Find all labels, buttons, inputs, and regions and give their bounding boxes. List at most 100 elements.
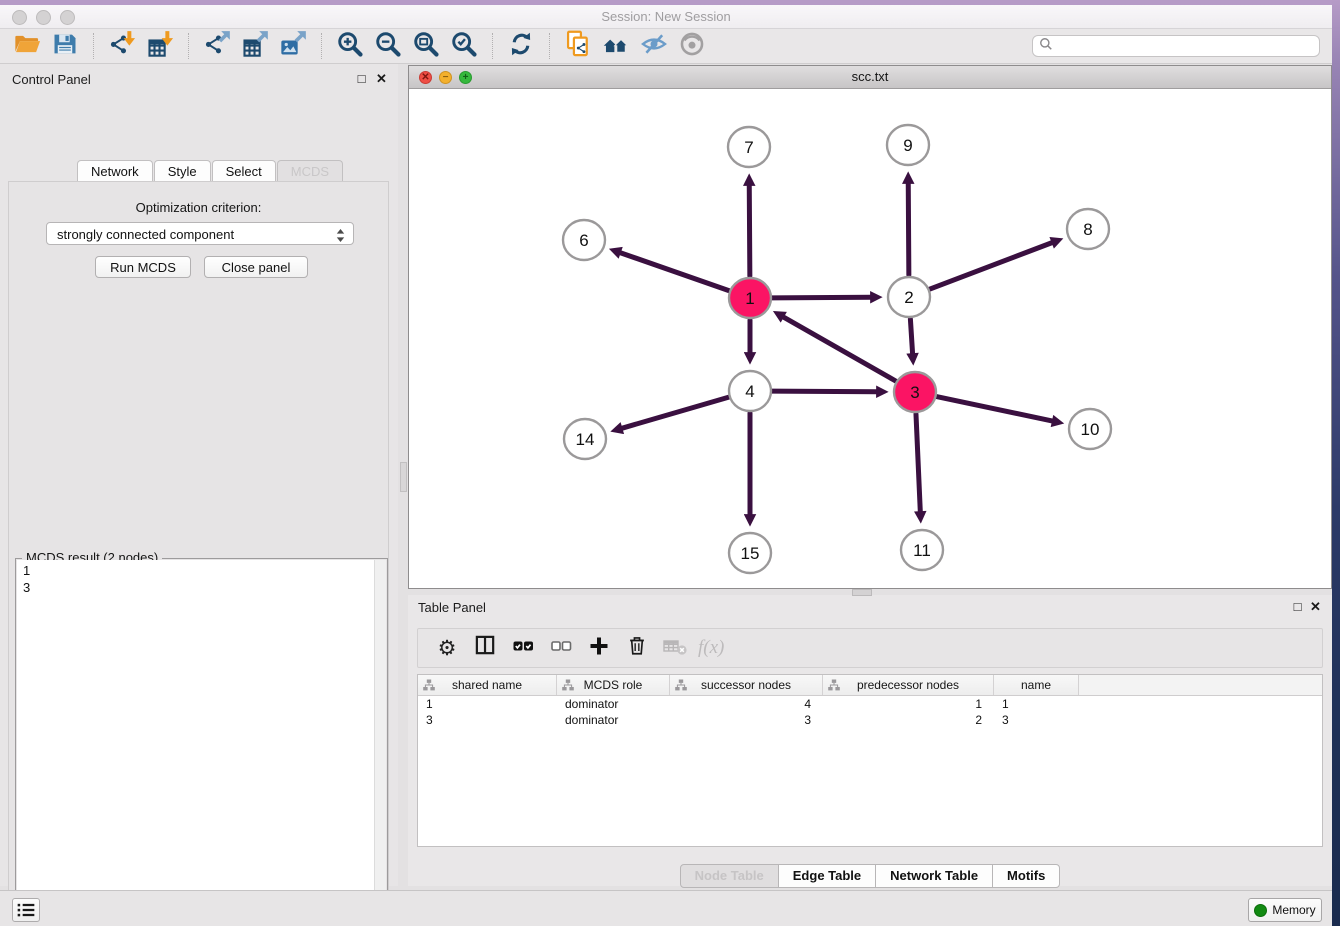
import-network-button[interactable] — [106, 31, 138, 61]
tab-mcds[interactable]: MCDS — [277, 160, 343, 182]
close-panel-icon[interactable]: ✕ — [375, 72, 388, 85]
graph-node-6[interactable]: 6 — [563, 220, 605, 260]
deselect-all-button[interactable] — [544, 633, 578, 663]
graph-node-7[interactable]: 7 — [728, 127, 770, 167]
edge-3-10[interactable] — [937, 397, 1054, 422]
svg-text:8: 8 — [1083, 220, 1092, 239]
gear-icon: ⚙ — [438, 636, 457, 661]
show-panel-icon — [678, 30, 706, 63]
columns-button[interactable] — [468, 633, 502, 663]
table-panel: Table Panel □ ✕ ⚙f(x) shared nameMCDS ro… — [408, 595, 1332, 886]
node-table[interactable]: shared name MCDS rolesuccessor nodesprede… — [417, 674, 1323, 847]
criterion-dropdown[interactable]: strongly connected component — [46, 222, 354, 245]
column-header-MCDS-role[interactable]: MCDS role — [557, 675, 670, 695]
network-file-share-button[interactable] — [562, 31, 594, 61]
split-handle[interactable] — [400, 462, 407, 492]
desktop-edge-right — [1332, 0, 1340, 926]
function-builder-button: f(x) — [696, 633, 730, 663]
tab-motifs[interactable]: Motifs — [992, 864, 1060, 888]
graph-node-10[interactable]: 10 — [1069, 409, 1111, 449]
zoom-in-button[interactable] — [334, 31, 366, 61]
control-panel-title: Control Panel — [12, 72, 91, 87]
select-all-button[interactable] — [506, 633, 540, 663]
tab-network[interactable]: Network — [77, 160, 153, 182]
graph-node-14[interactable]: 14 — [564, 419, 606, 459]
zoom-in-icon — [336, 30, 364, 63]
graph-node-1[interactable]: 1 — [729, 278, 771, 318]
save-session-button[interactable] — [49, 31, 81, 61]
edge-2-3[interactable] — [910, 319, 912, 355]
export-image-button[interactable] — [277, 31, 309, 61]
columns-icon — [474, 634, 497, 662]
edge-3-1[interactable] — [782, 316, 896, 381]
column-header-successor-nodes[interactable]: successor nodes — [670, 675, 823, 695]
column-header-name[interactable]: name — [994, 675, 1079, 695]
edge-1-2[interactable] — [772, 297, 872, 298]
edge-3-11[interactable] — [916, 414, 920, 513]
close-table-panel-icon[interactable]: ✕ — [1309, 600, 1322, 613]
network-window-titlebar[interactable]: ✕ − + scc.txt — [409, 66, 1331, 89]
task-history-button[interactable] — [12, 898, 40, 922]
tab-network-table[interactable]: Network Table — [875, 864, 993, 888]
graph-node-11[interactable]: 11 — [901, 530, 943, 570]
table-row[interactable]: 1dominator411 — [418, 696, 1322, 712]
hide-panel-icon — [640, 30, 668, 63]
graph-node-15[interactable]: 15 — [729, 533, 771, 573]
add-button[interactable] — [582, 633, 616, 663]
table-cell: 4 — [670, 696, 823, 712]
column-label: shared name — [452, 678, 522, 692]
delete-button[interactable] — [620, 633, 654, 663]
window-titlebar: Session: New Session — [0, 5, 1332, 29]
main-toolbar — [0, 29, 1332, 64]
network-view-window: ✕ − + scc.txt 7 9 6 8 1 2 4 3 14 10 15 11 — [408, 65, 1332, 589]
add-icon — [587, 634, 611, 663]
export-table-button[interactable] — [239, 31, 271, 61]
tab-select[interactable]: Select — [212, 160, 276, 182]
network-table-split-handle[interactable] — [852, 589, 872, 596]
tab-node-table[interactable]: Node Table — [680, 864, 779, 888]
memory-button[interactable]: Memory — [1248, 898, 1322, 922]
float-panel-icon[interactable]: □ — [355, 72, 368, 85]
run-mcds-button[interactable]: Run MCDS — [95, 256, 191, 278]
show-panel-button[interactable] — [676, 31, 708, 61]
settings-button[interactable]: ⚙ — [430, 633, 464, 663]
edge-2-9[interactable] — [908, 182, 909, 275]
graph-node-3[interactable]: 3 — [894, 372, 936, 412]
graph-node-2[interactable]: 2 — [888, 277, 930, 317]
open-session-button[interactable] — [11, 31, 43, 61]
search-field[interactable] — [1032, 35, 1320, 57]
edge-1-6[interactable] — [619, 252, 729, 291]
svg-text:f(x): f(x) — [698, 637, 724, 658]
panel-split-divider[interactable] — [399, 64, 408, 886]
result-scrollbar[interactable] — [374, 560, 386, 926]
tab-style[interactable]: Style — [154, 160, 211, 182]
first-neighbors-button[interactable] — [600, 31, 632, 61]
export-network-button[interactable] — [201, 31, 233, 61]
graph-node-4[interactable]: 4 — [729, 371, 771, 411]
edge-4-14[interactable] — [621, 397, 729, 429]
network-canvas[interactable]: 7 9 6 8 1 2 4 3 14 10 15 11 — [409, 89, 1331, 588]
zoom-out-button[interactable] — [372, 31, 404, 61]
close-panel-button[interactable]: Close panel — [204, 256, 308, 278]
edge-2-8[interactable] — [930, 242, 1054, 289]
graph-node-9[interactable]: 9 — [887, 125, 929, 165]
table-row[interactable]: 3dominator323 — [418, 712, 1322, 728]
column-header-shared-name[interactable]: shared name — [418, 675, 557, 695]
svg-text:6: 6 — [579, 231, 588, 250]
edge-1-7[interactable] — [749, 184, 750, 276]
import-table-button[interactable] — [144, 31, 176, 61]
table-cell: 1 — [823, 696, 994, 712]
float-table-panel-icon[interactable]: □ — [1291, 600, 1304, 613]
refresh-button[interactable] — [505, 31, 537, 61]
zoom-fit-button[interactable] — [410, 31, 442, 61]
svg-text:10: 10 — [1081, 420, 1100, 439]
mcds-result-textarea[interactable]: 1 3 — [17, 560, 386, 926]
column-header-predecessor-nodes[interactable]: predecessor nodes — [823, 675, 994, 695]
graph-node-8[interactable]: 8 — [1067, 209, 1109, 249]
tab-edge-table[interactable]: Edge Table — [778, 864, 876, 888]
edge-4-3[interactable] — [772, 391, 878, 392]
zoom-selected-button[interactable] — [448, 31, 480, 61]
table-tabs: Node TableEdge TableNetwork TableMotifs — [408, 864, 1332, 888]
export-image-icon — [279, 30, 307, 63]
hide-panel-button[interactable] — [638, 31, 670, 61]
